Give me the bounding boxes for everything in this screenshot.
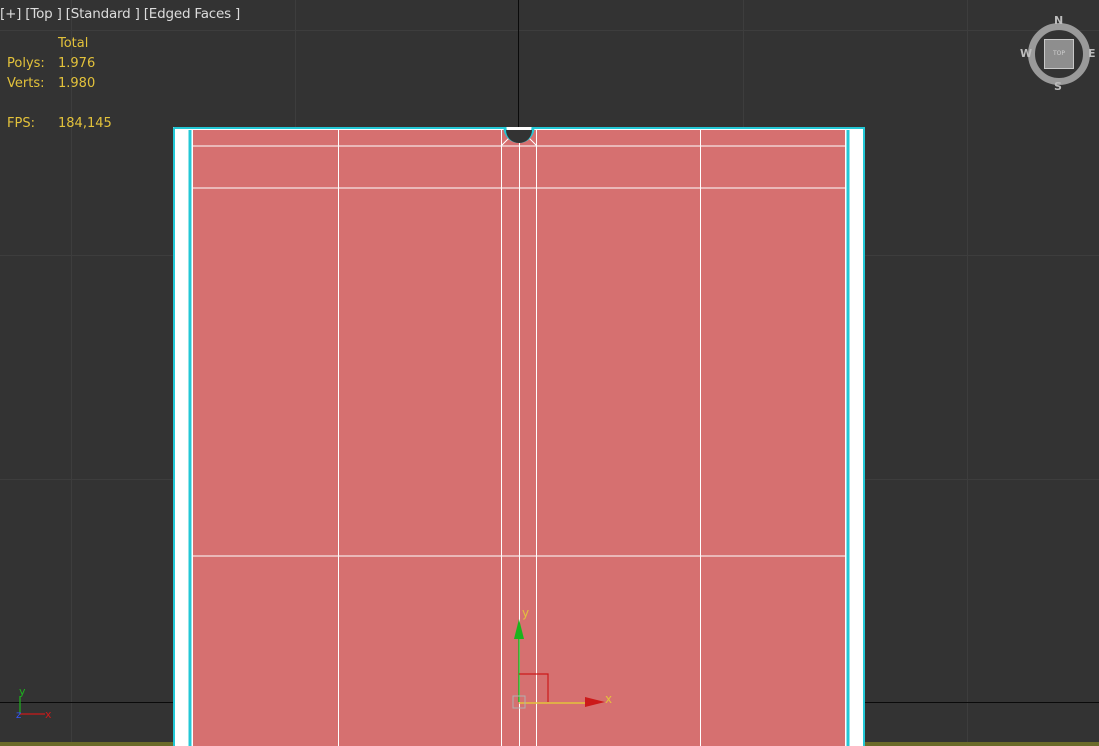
viewport-point-of-view-menu[interactable]: [Top ] [25,6,62,22]
world-axis-tripod: y x z [15,684,55,724]
viewcube-top-face[interactable]: TOP [1044,39,1074,69]
viewport-general-menu[interactable]: [+] [0,6,21,22]
world-y-label: y [19,685,26,698]
stats-header: Total [58,36,89,51]
viewport-display-mode-menu[interactable]: [Edged Faces ] [144,6,241,22]
compass-south: S [1054,80,1062,93]
viewport-shading-style-menu[interactable]: [Standard ] [66,6,140,22]
compass-west: W [1020,47,1033,60]
gizmo-x-label: x [605,692,612,706]
viewcube[interactable]: TOP N S E W [1020,14,1099,93]
verts-value: 1.980 [58,76,96,91]
fps-value: 184,145 [58,116,112,131]
mesh-object[interactable]: y x [173,127,865,746]
fps-label: FPS: [7,116,35,131]
compass-east: E [1088,47,1096,60]
viewport-top[interactable]: y x [+] [Top ] [Standard ] [Edged Faces ] T… [0,0,1099,746]
viewport-label-menu[interactable]: [+] [Top ] [Standard ] [Edged Faces ] [0,6,244,22]
grid-line [0,30,1099,31]
gizmo-y-label: y [522,606,529,620]
grid-line [967,0,968,746]
home-grid-y-axis [518,0,519,128]
grid-line [71,0,72,746]
polys-label: Polys: [7,56,45,71]
compass-north: N [1054,14,1064,27]
world-x-label: x [45,708,52,721]
verts-label: Verts: [7,76,45,91]
polys-value: 1.976 [58,56,96,71]
world-z-label: z [16,710,21,721]
